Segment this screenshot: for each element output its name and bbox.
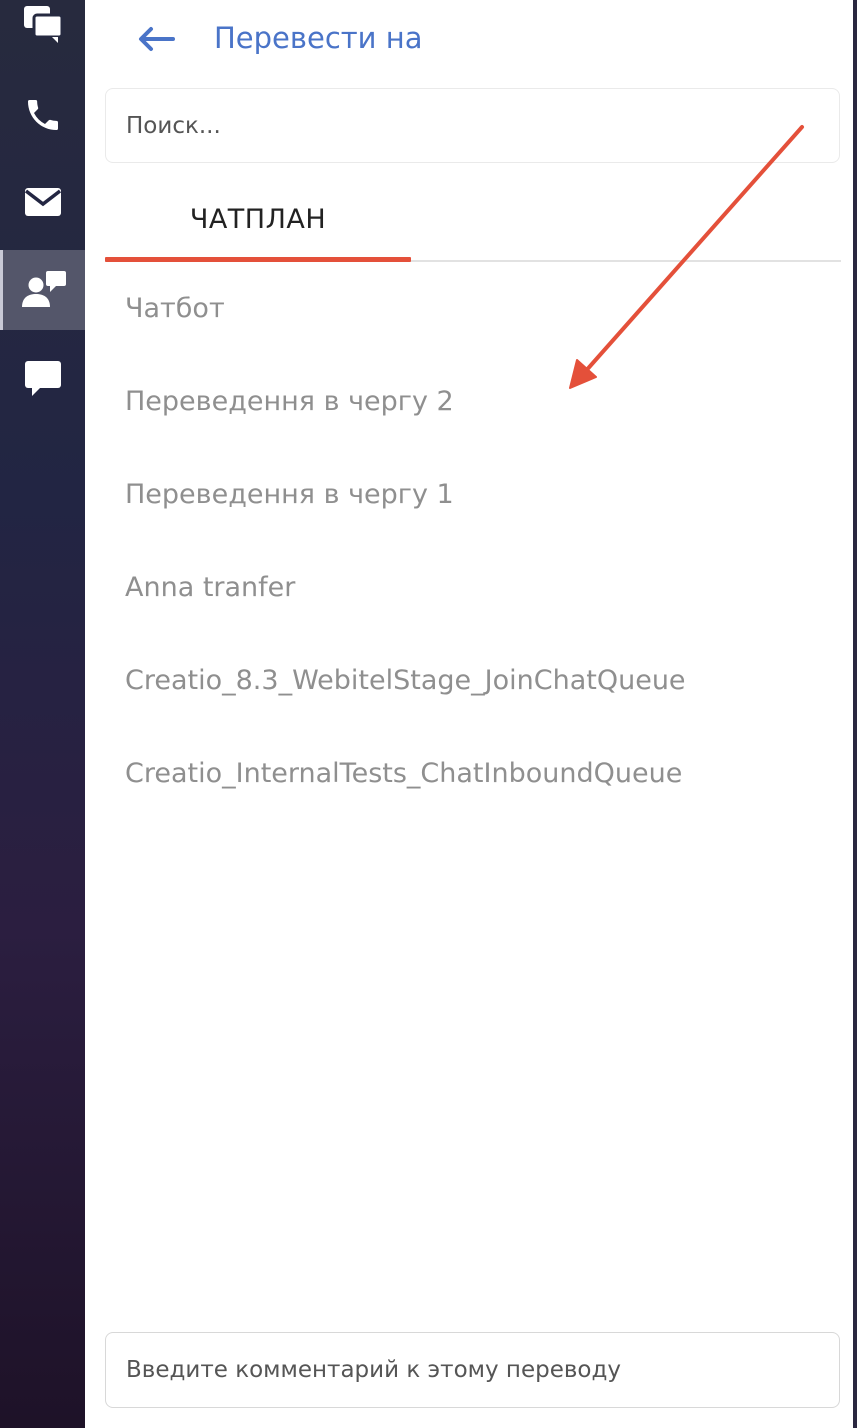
back-button[interactable] — [133, 20, 179, 58]
tab-chatplan[interactable]: ЧАТПЛАН — [105, 178, 411, 260]
rail-item-chats[interactable] — [0, 0, 85, 64]
comment-box — [105, 1332, 840, 1408]
page-title: Перевести на — [214, 21, 423, 55]
mail-icon — [24, 188, 61, 216]
list-item[interactable]: Переведення в чергу 1 — [85, 448, 845, 541]
search-input[interactable] — [106, 89, 839, 162]
contact-chat-icon — [22, 271, 66, 307]
rail-item-phone[interactable] — [0, 75, 85, 155]
left-rail — [0, 0, 85, 1428]
list-item[interactable]: Переведення в чергу 2 — [85, 355, 845, 448]
app-window: Перевести на ЧАТПЛАН Чатбот Переведення … — [0, 0, 857, 1428]
arrow-left-icon — [139, 27, 175, 51]
rail-item-chat[interactable] — [0, 338, 85, 418]
rail-item-contacts-chat[interactable] — [0, 250, 85, 330]
list-item[interactable]: Creatio_8.3_WebitelStage_JoinChatQueue — [85, 634, 845, 727]
transfer-panel: Перевести на ЧАТПЛАН Чатбот Переведення … — [85, 0, 857, 1428]
tab-bar: ЧАТПЛАН — [105, 178, 841, 262]
panel-header: Перевести на — [85, 0, 845, 78]
chats-icon — [23, 6, 63, 43]
rail-item-mail[interactable] — [0, 162, 85, 242]
comment-input[interactable] — [106, 1333, 839, 1407]
transfer-target-list: Чатбот Переведення в чергу 2 Переведення… — [85, 262, 845, 820]
list-item[interactable]: Creatio_InternalTests_ChatInboundQueue — [85, 727, 845, 820]
list-item[interactable]: Чатбот — [85, 262, 845, 355]
list-item[interactable]: Anna tranfer — [85, 541, 845, 634]
search-box — [105, 88, 840, 163]
phone-icon — [27, 100, 58, 130]
chat-bubble-icon — [24, 361, 61, 396]
